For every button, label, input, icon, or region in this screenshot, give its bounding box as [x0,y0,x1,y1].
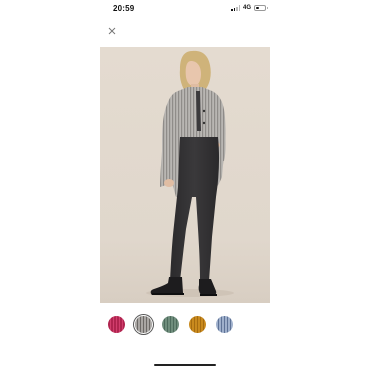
swatch-green-stripe[interactable] [162,316,179,333]
status-bar: 20:59 4G [0,0,370,20]
swatch-blue-stripe[interactable] [216,316,233,333]
close-icon [108,27,116,35]
home-indicator[interactable] [154,364,216,366]
status-indicators: 4G [231,5,269,11]
battery-icon [254,5,269,11]
status-time: 20:59 [113,4,135,13]
swatch-magenta[interactable] [108,316,125,333]
product-gallery-screen: 20:59 4G [0,0,370,370]
cellular-signal-icon [231,5,240,11]
network-type-label: 4G [243,5,252,11]
close-button[interactable] [106,25,118,37]
swatch-grey-stripe[interactable] [135,316,152,333]
model-in-striped-shirt-image [100,47,270,303]
product-photo[interactable] [100,47,270,303]
swatch-mustard[interactable] [189,316,206,333]
